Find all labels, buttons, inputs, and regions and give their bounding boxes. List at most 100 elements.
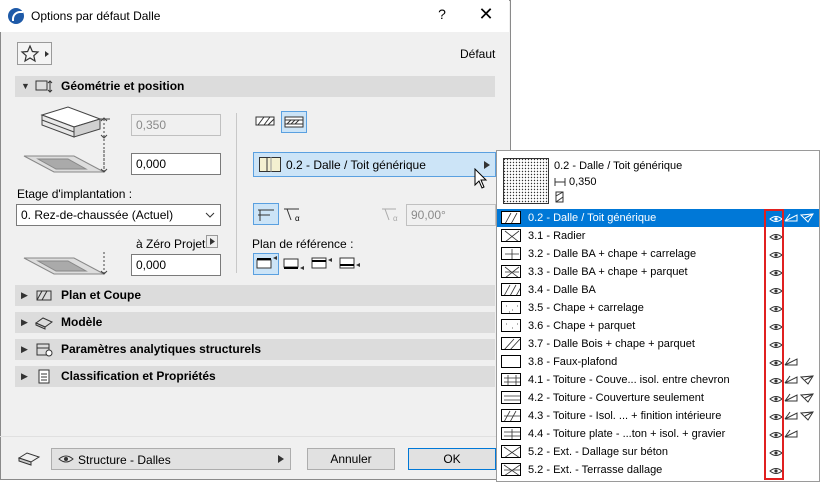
basic-structure-icon <box>255 116 275 126</box>
section-cut-icon <box>784 213 798 226</box>
section-title: Classification et Propriétés <box>61 369 216 383</box>
perpendicular-edge-button[interactable] <box>253 203 279 225</box>
section-plan-coupe[interactable]: ▶ Plan et Coupe <box>15 285 495 306</box>
composite-list-item-label: 3.8 - Faux-plafond <box>528 356 618 368</box>
ref-plane-top-icon <box>256 256 277 269</box>
section-cut-icon <box>784 429 798 442</box>
offset-field[interactable]: 0,000 <box>131 153 221 175</box>
composite-list-item-label: 3.1 - Radier <box>528 230 586 242</box>
composite-list-item-label: 5.2 - Ext. - Dallage sur béton <box>528 446 669 458</box>
ok-button[interactable]: OK <box>408 448 496 470</box>
close-button[interactable]: ✕ <box>474 4 498 26</box>
chevron-right-icon: ▶ <box>21 290 28 300</box>
roof-icon <box>799 393 814 406</box>
composite-list-item-label: 4.2 - Toiture - Couverture seulement <box>528 392 704 404</box>
chevron-right-icon: ▶ <box>21 371 28 381</box>
svg-text:α: α <box>295 214 300 223</box>
composite-list-item-label: 5.2 - Ext. - Terrasse dallage <box>528 464 663 476</box>
layer-value: Structure - Dalles <box>78 453 171 467</box>
composite-list-item-label: 0.2 - Dalle / Toit générique <box>528 212 657 224</box>
hatch-swatch-icon <box>501 265 521 279</box>
angle-icon: α <box>382 208 398 223</box>
section-modele[interactable]: ▶ Modèle <box>15 312 495 333</box>
model-icon <box>34 317 54 330</box>
story-value: 0. Rez-de-chaussée (Actuel) <box>21 208 174 222</box>
chevron-down-icon <box>205 212 215 218</box>
section-cut-icon <box>784 375 798 388</box>
svg-text:α: α <box>393 214 398 223</box>
composite-preview-swatch <box>503 158 549 204</box>
default-label: Défaut <box>460 47 496 61</box>
plan-section-icon <box>36 290 52 301</box>
section-structural-analysis[interactable]: ▶ Paramètres analytiques structurels <box>15 339 495 360</box>
classification-icon <box>38 369 50 384</box>
angle-field[interactable]: 90,00° <box>406 204 496 226</box>
archicad-logo-icon <box>8 8 24 24</box>
perpendicular-edge-icon <box>258 209 274 221</box>
hatch-swatch-icon <box>501 301 521 314</box>
composite-list-item-label: 3.2 - Dalle BA + chape + carrelage <box>528 248 697 260</box>
basic-structure-button[interactable] <box>253 111 279 133</box>
story-dropdown[interactable]: 0. Rez-de-chaussée (Actuel) <box>16 204 221 226</box>
slab-tool-icon <box>17 452 41 466</box>
preview-thickness: 0,350 <box>569 176 597 188</box>
thickness-field[interactable]: 0,350 <box>131 114 221 136</box>
roof-icon <box>799 411 814 424</box>
project-zero-label: à Zéro Projet <box>136 237 206 251</box>
hatch-swatch-icon <box>501 355 521 368</box>
composite-list-item-label: 3.5 - Chape + carrelage <box>528 302 644 314</box>
ref-plane-core-top-button[interactable] <box>309 253 335 275</box>
slab-offset-diagram <box>23 150 108 173</box>
ref-plane-core-bottom-icon <box>339 257 360 269</box>
help-button[interactable]: ? <box>430 6 454 26</box>
layer-dropdown[interactable]: Structure - Dalles <box>51 448 291 470</box>
thickness-icon <box>554 178 566 186</box>
hatch-swatch-icon <box>501 445 521 459</box>
hatch-swatch-icon <box>501 229 521 243</box>
section-cut-icon <box>784 357 798 370</box>
reference-level-button[interactable] <box>206 235 218 248</box>
composite-value: 0.2 - Dalle / Toit générique <box>286 158 426 172</box>
hatch-swatch-icon <box>501 337 521 351</box>
window-title: Options par défaut Dalle <box>31 9 161 23</box>
hatch-swatch-icon <box>501 391 521 404</box>
star-icon <box>20 44 49 63</box>
section-classification[interactable]: ▶ Classification et Propriétés <box>15 366 495 387</box>
roof-icon <box>799 375 814 388</box>
section-geometry[interactable]: ▼ Géométrie et position <box>15 76 495 97</box>
hatch-swatch-icon <box>501 409 521 423</box>
cancel-button[interactable]: Annuler <box>307 448 395 470</box>
section-title: Paramètres analytiques structurels <box>61 342 262 356</box>
chevron-right-icon: ▶ <box>21 317 28 327</box>
project-zero-field[interactable]: 0,000 <box>131 254 221 276</box>
hatch-swatch-icon <box>501 247 521 260</box>
chevron-right-icon <box>210 238 215 245</box>
composite-list-item-label: 3.7 - Dalle Bois + chape + parquet <box>528 338 695 350</box>
composite-list-item-label: 4.3 - Toiture - Isol. ... + finition int… <box>528 410 722 422</box>
separator <box>236 113 237 273</box>
roof-icon <box>799 213 814 226</box>
ref-plane-bottom-button[interactable] <box>281 253 307 275</box>
preview-name: 0.2 - Dalle / Toit générique <box>554 160 683 172</box>
hatch-swatch-icon <box>501 283 522 297</box>
composite-list-item-label: 4.1 - Toiture - Couve... isol. entre che… <box>528 374 730 386</box>
custom-angle-button[interactable]: α <box>281 203 307 225</box>
hatch-swatch-icon <box>501 211 521 225</box>
ref-plane-core-bottom-button[interactable] <box>337 253 363 275</box>
composite-dropdown[interactable]: 0.2 - Dalle / Toit générique <box>253 152 496 177</box>
chevron-right-icon: ▶ <box>21 344 28 354</box>
composite-swatch-icon <box>259 157 281 172</box>
section-cut-icon <box>784 411 798 424</box>
reference-plane-label: Plan de référence : <box>252 237 354 251</box>
composite-list-item-label: 4.4 - Toiture plate - ...ton + isol. + g… <box>528 428 726 440</box>
structure-icon <box>555 191 564 203</box>
ref-plane-top-button[interactable] <box>253 253 279 275</box>
favorites-button[interactable] <box>17 42 52 65</box>
section-title: Géométrie et position <box>61 79 185 93</box>
section-title: Modèle <box>61 315 103 329</box>
hatch-swatch-icon <box>501 373 521 386</box>
chevron-right-icon <box>278 455 284 463</box>
composite-list-item-label: 3.4 - Dalle BA <box>528 284 596 296</box>
composite-structure-icon <box>284 116 304 128</box>
composite-structure-button[interactable] <box>281 111 307 133</box>
